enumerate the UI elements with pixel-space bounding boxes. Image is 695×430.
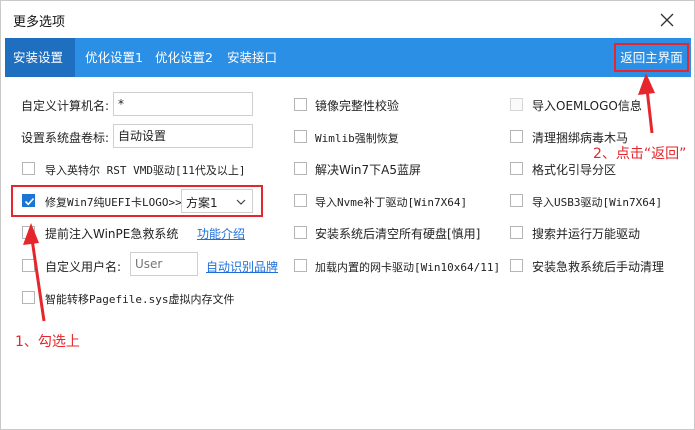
annotation-arrows — [23, 73, 655, 322]
annotation-step2: 2、点击“返回” — [593, 146, 687, 162]
arrow-up-icon — [23, 223, 46, 322]
options-window: 更多选项 安装设置 优化设置1 优化设置2 安装接口 返回主界面 自定义计算机名… — [0, 0, 695, 430]
arrow-up-icon — [638, 73, 655, 134]
annotation-step1: 1、勾选上 — [15, 334, 80, 350]
